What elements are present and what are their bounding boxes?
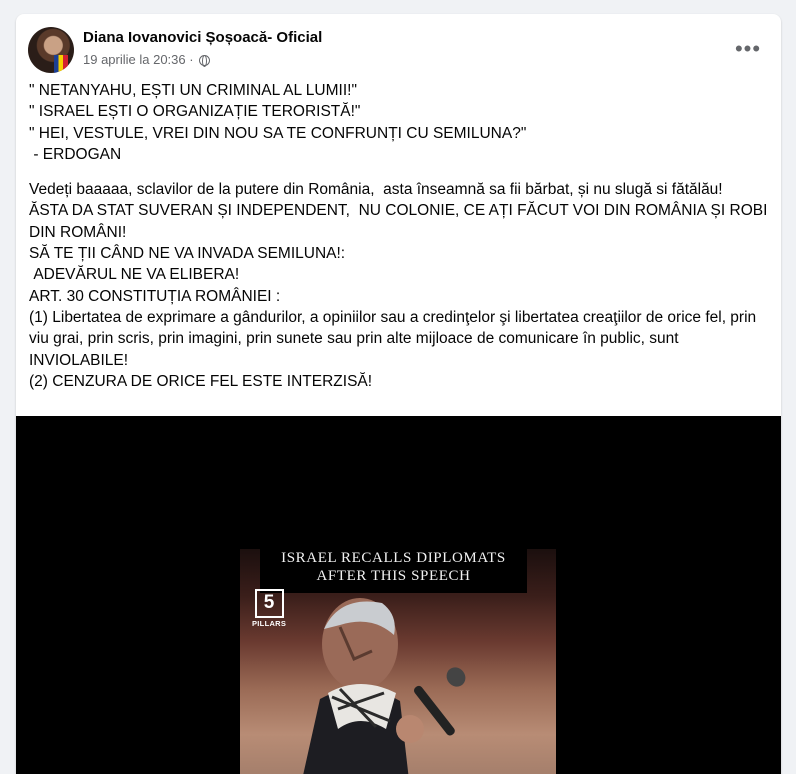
channel-logo: 5 PILLARS — [252, 589, 286, 629]
more-options-button[interactable]: ••• — [730, 34, 766, 70]
logo-number: 5 — [254, 589, 284, 618]
logo-label: PILLARS — [252, 619, 287, 628]
avatar[interactable] — [28, 27, 74, 73]
post-timestamp[interactable]: 19 aprilie la 20:36 · — [83, 52, 194, 67]
post-paragraph-1: " NETANYAHU, EȘTI UN CRIMINAL AL LUMII!"… — [29, 82, 527, 163]
flag-icon — [54, 55, 68, 73]
globe-icon — [199, 55, 211, 67]
post-paragraph-2: Vedeți baaaaa, sclavilor de la putere di… — [29, 181, 768, 390]
post-card: Diana Iovanovici Șoșoacă- Oficial 19 apr… — [16, 14, 781, 774]
video-player[interactable]: ISRAEL RECALLS DIPLOMATS AFTER THIS SPEE… — [16, 416, 781, 774]
top-background — [0, 0, 796, 6]
video-caption: ISRAEL RECALLS DIPLOMATS AFTER THIS SPEE… — [260, 549, 527, 593]
caption-line-1: ISRAEL RECALLS DIPLOMATS — [281, 550, 506, 566]
speaker-figure — [303, 598, 466, 774]
post-text: " NETANYAHU, EȘTI UN CRIMINAL AL LUMII!"… — [29, 80, 777, 392]
video-frame[interactable]: ISRAEL RECALLS DIPLOMATS AFTER THIS SPEE… — [240, 549, 556, 774]
caption-line-2: AFTER THIS SPEECH — [316, 568, 471, 584]
post-meta: 19 aprilie la 20:36 · — [83, 52, 211, 67]
post-header: Diana Iovanovici Șoșoacă- Oficial 19 apr… — [28, 26, 768, 74]
author-name[interactable]: Diana Iovanovici Șoșoacă- Oficial — [83, 29, 322, 46]
more-icon: ••• — [734, 36, 762, 61]
